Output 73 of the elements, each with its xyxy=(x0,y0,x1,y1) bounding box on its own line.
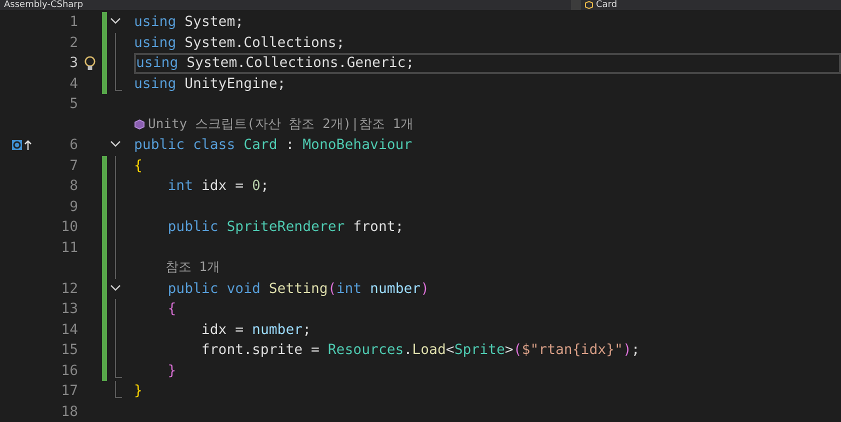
code-token: using xyxy=(134,74,176,94)
code-token: using xyxy=(134,13,176,32)
line-number: 14 xyxy=(60,320,78,340)
code-token: front; xyxy=(352,218,404,237)
lightbulb-icon[interactable] xyxy=(84,56,96,71)
code-token: idx = xyxy=(200,177,245,196)
code-token: $"rtan{idx}" xyxy=(522,341,623,360)
code-token: using xyxy=(136,54,178,73)
override-arrow-icon[interactable] xyxy=(12,139,34,152)
line-number: 4 xyxy=(68,74,78,94)
code-token: } xyxy=(166,362,176,380)
code-token: < xyxy=(446,341,454,360)
code-token: System.Collections.Generic; xyxy=(186,54,414,73)
code-token: Resources xyxy=(328,341,404,360)
line-number: 1 xyxy=(68,13,78,32)
line-number: 12 xyxy=(60,280,78,298)
code-token: int xyxy=(166,177,194,196)
chevron-down-icon[interactable] xyxy=(110,17,121,25)
code-token: ( xyxy=(513,341,522,360)
code-token: front.sprite = xyxy=(200,341,320,360)
line-number: 11 xyxy=(60,238,78,258)
code-token: using xyxy=(134,34,176,52)
chevron-down-icon[interactable] xyxy=(110,140,121,148)
code-token: { xyxy=(166,300,176,319)
code-token: ; xyxy=(631,341,640,360)
code-token: Sprite xyxy=(454,341,505,360)
code-token: ; xyxy=(260,177,269,196)
code-token: public class xyxy=(134,136,236,155)
code-token: public void xyxy=(166,280,262,298)
code-token: SpriteRenderer xyxy=(226,218,345,237)
member-name: Card xyxy=(596,0,618,10)
code-token: int xyxy=(336,280,363,298)
cube-icon xyxy=(585,1,593,9)
line-number: 10 xyxy=(60,218,78,237)
code-token: 0 xyxy=(252,177,260,196)
code-token: public xyxy=(166,218,220,237)
code-token: number xyxy=(370,280,421,298)
code-token: Load xyxy=(412,341,446,360)
code-token: Card xyxy=(244,136,278,155)
code-token: System.Collections; xyxy=(184,34,345,52)
member-dropdown[interactable]: Card xyxy=(581,0,841,10)
line-number: 16 xyxy=(60,362,78,380)
code-token: ) xyxy=(622,341,632,360)
line-number: 17 xyxy=(60,382,78,401)
code-lens-link[interactable]: 참조 1개 xyxy=(134,258,220,278)
line-number: 15 xyxy=(60,341,78,360)
project-dropdown[interactable]: Assembly-CSharp xyxy=(0,0,571,10)
line-number: 7 xyxy=(68,156,78,176)
chevron-down-icon[interactable] xyxy=(110,284,121,292)
code-token: } xyxy=(134,382,142,401)
code-token: { xyxy=(134,156,142,176)
line-number: 18 xyxy=(60,402,78,422)
line-number: 8 xyxy=(68,177,78,196)
line-number: 3 xyxy=(68,54,78,73)
code-token: idx = xyxy=(200,320,245,340)
line-number: 13 xyxy=(60,300,78,319)
line-number: 6 xyxy=(68,136,78,155)
code-token: > xyxy=(504,341,514,360)
code-token: Setting xyxy=(268,280,328,298)
code-token: System; xyxy=(184,13,244,32)
code-token: MonoBehaviour xyxy=(302,136,412,155)
project-name: Assembly-CSharp xyxy=(4,0,84,10)
code-token: : xyxy=(284,136,296,155)
code-token: . xyxy=(404,341,412,360)
line-number: 9 xyxy=(68,198,78,216)
code-token: ( xyxy=(328,280,336,298)
code-lens-link[interactable]: Unity 스크립트(자산 참조 2개)|참조 1개 xyxy=(148,114,414,135)
code-token: number xyxy=(252,320,303,340)
code-token: ) xyxy=(420,280,430,298)
line-number: 2 xyxy=(68,34,78,52)
line-number: 5 xyxy=(68,95,78,114)
code-token: UnityEngine; xyxy=(184,74,286,94)
code-token: ; xyxy=(302,320,312,340)
